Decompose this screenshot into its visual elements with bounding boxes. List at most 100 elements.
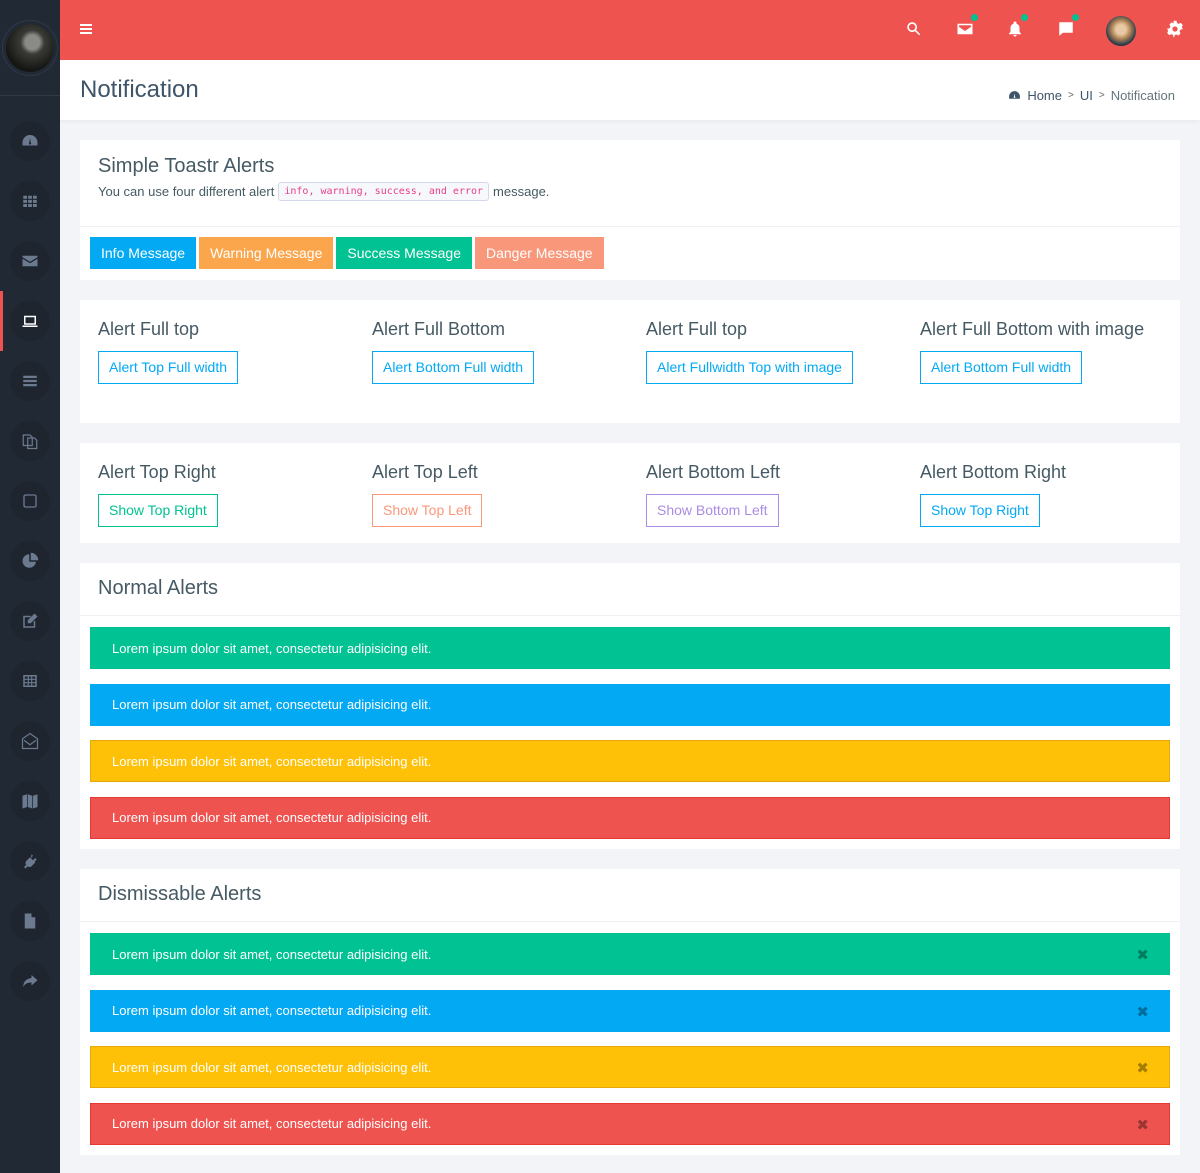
divider [80, 615, 1180, 616]
fullwidth-alert-button[interactable]: Alert Fullwidth Top with image [646, 351, 853, 384]
sidebar-item-envelope-open[interactable] [0, 711, 60, 771]
position-alert-column: Alert Top Left Show Top Left [372, 461, 632, 527]
fullwidth-alert-column: Alert Full top Alert Fullwidth Top with i… [646, 318, 906, 384]
sidebar-item-share[interactable] [0, 951, 60, 1011]
toastr-subtitle: You can use four different alert info, w… [98, 182, 549, 201]
sidebar-icon-bg [10, 241, 50, 281]
sidebar-icon-bg [10, 181, 50, 221]
mail-icon[interactable] [954, 14, 978, 40]
fullwidth-alert-title: Alert Full top [646, 319, 748, 339]
chat-icon[interactable] [1055, 14, 1079, 40]
position-alerts-card: Alert Top Right Show Top Right Alert Top L… [80, 443, 1180, 543]
fullwidth-alert-column: Alert Full Bottom with image Alert Bottom… [920, 318, 1180, 384]
close-icon[interactable]: ✖ [1136, 1003, 1149, 1021]
warning-message-button[interactable]: Warning Message [199, 237, 334, 269]
sidebar-item-apps-grid[interactable] [0, 171, 60, 231]
divider [80, 226, 1180, 227]
envelope-open-icon [21, 732, 39, 750]
apps-grid-icon [23, 195, 37, 207]
breadcrumb: Home > UI > Notification [1008, 88, 1175, 103]
fullwidth-alert-button[interactable]: Alert Bottom Full width [372, 351, 535, 384]
breadcrumb-ui[interactable]: UI [1080, 88, 1093, 103]
breadcrumb-separator: > [1068, 90, 1074, 101]
position-alert-button[interactable]: Show Top Left [372, 494, 483, 527]
breadcrumb-home[interactable]: Home [1027, 88, 1062, 103]
alert-text: Lorem ipsum dolor sit amet, consectetur … [112, 1116, 432, 1131]
close-icon[interactable]: ✖ [1136, 946, 1149, 964]
position-alert-button[interactable]: Show Top Right [98, 494, 218, 527]
sidebar-icon-bg [10, 721, 50, 761]
sidebar-item-laptop[interactable] [0, 291, 60, 351]
normal-alerts-card: Normal Alerts Lorem ipsum dolor sit amet… [80, 563, 1180, 849]
position-alert-button[interactable]: Show Bottom Left [646, 494, 779, 527]
sidebar-icon-bg [10, 661, 50, 701]
fullwidth-alert-button[interactable]: Alert Bottom Full width [920, 351, 1083, 384]
info-message-button[interactable]: Info Message [90, 237, 197, 269]
laptop-icon [22, 315, 38, 327]
user-avatar[interactable] [1106, 16, 1136, 46]
sidebar-item-file[interactable] [0, 891, 60, 951]
dashboard-icon [1009, 91, 1021, 99]
sidebar-icon-bg [10, 301, 50, 341]
subtitle-text: You can use four different alert [98, 184, 275, 199]
position-alert-column: Alert Top Right Show Top Right [98, 461, 358, 527]
sidebar-item-edit[interactable] [0, 591, 60, 651]
alert-item: Lorem ipsum dolor sit amet, consectetur … [90, 796, 1170, 839]
fullwidth-alerts-card: Alert Full top Alert Top Full width Alert … [80, 300, 1180, 423]
success-message-button[interactable]: Success Message [336, 237, 472, 269]
close-icon[interactable]: ✖ [1136, 1116, 1149, 1134]
position-alert-title: Alert Bottom Left [646, 462, 781, 482]
sidebar-item-dashboard[interactable] [0, 111, 60, 171]
fullwidth-alert-title: Alert Full Bottom [372, 319, 506, 339]
file-icon [24, 913, 36, 929]
alert-text: Lorem ipsum dolor sit amet, consectetur … [112, 697, 432, 712]
close-icon[interactable]: ✖ [1136, 1059, 1149, 1077]
edit-icon [23, 613, 38, 628]
pie-chart-icon [22, 552, 39, 568]
sidebar-item-plug[interactable] [0, 831, 60, 891]
search-icon[interactable] [903, 18, 925, 40]
mail-notification-dot [971, 14, 978, 21]
bell-notification-dot [1021, 14, 1028, 21]
copy-icon [22, 434, 38, 450]
danger-message-button[interactable]: Danger Message [474, 237, 604, 269]
sidebar-icon-bg [10, 961, 50, 1001]
sidebar-icon-bg [10, 421, 50, 461]
sidebar [0, 0, 60, 1173]
bell-icon[interactable] [1004, 14, 1028, 40]
toastr-card: Simple Toastr Alerts You can use four di… [80, 140, 1180, 280]
sidebar-item-square[interactable] [0, 471, 60, 531]
sidebar-item-envelope[interactable] [0, 231, 60, 291]
sidebar-profile[interactable] [0, 0, 60, 96]
dismissable-alert-item: Lorem ipsum dolor sit amet, consectetur … [90, 989, 1170, 1032]
position-alert-title: Alert Top Left [372, 462, 478, 482]
page-header: Notification Home > UI > Notification [60, 60, 1200, 120]
fullwidth-alert-column: Alert Full Bottom Alert Bottom Full width [372, 318, 632, 384]
dismissable-alert-item: Lorem ipsum dolor sit amet, consectetur … [90, 1102, 1170, 1145]
topbar [60, 0, 1200, 60]
sidebar-item-map[interactable] [0, 771, 60, 831]
share-icon [23, 975, 38, 987]
normal-alerts-title: Normal Alerts [98, 577, 219, 599]
position-alert-title: Alert Bottom Right [920, 462, 1067, 482]
sidebar-icon-bg [10, 601, 50, 641]
position-alert-button[interactable]: Show Top Right [920, 494, 1040, 527]
gear-icon[interactable] [1164, 18, 1186, 40]
dashboard-icon [22, 135, 38, 146]
list-icon [23, 375, 37, 387]
dismissable-alerts-title: Dismissable Alerts [98, 883, 262, 905]
alert-text: Lorem ipsum dolor sit amet, consectetur … [112, 640, 432, 656]
sidebar-item-table[interactable] [0, 651, 60, 711]
sidebar-item-copy[interactable] [0, 411, 60, 471]
square-icon [23, 494, 37, 508]
sidebar-icon-bg [10, 841, 50, 881]
profile-avatar[interactable] [2, 19, 58, 76]
alert-text: Lorem ipsum dolor sit amet, consectetur … [112, 1003, 432, 1018]
fullwidth-alert-button[interactable]: Alert Top Full width [98, 351, 239, 384]
hamburger-menu-icon[interactable] [80, 24, 92, 34]
sidebar-icon-bg [10, 121, 50, 161]
dismissable-alert-item: Lorem ipsum dolor sit amet, consectetur … [90, 1046, 1170, 1088]
sidebar-item-pie-chart[interactable] [0, 531, 60, 591]
map-icon [22, 794, 38, 809]
sidebar-item-list[interactable] [0, 351, 60, 411]
